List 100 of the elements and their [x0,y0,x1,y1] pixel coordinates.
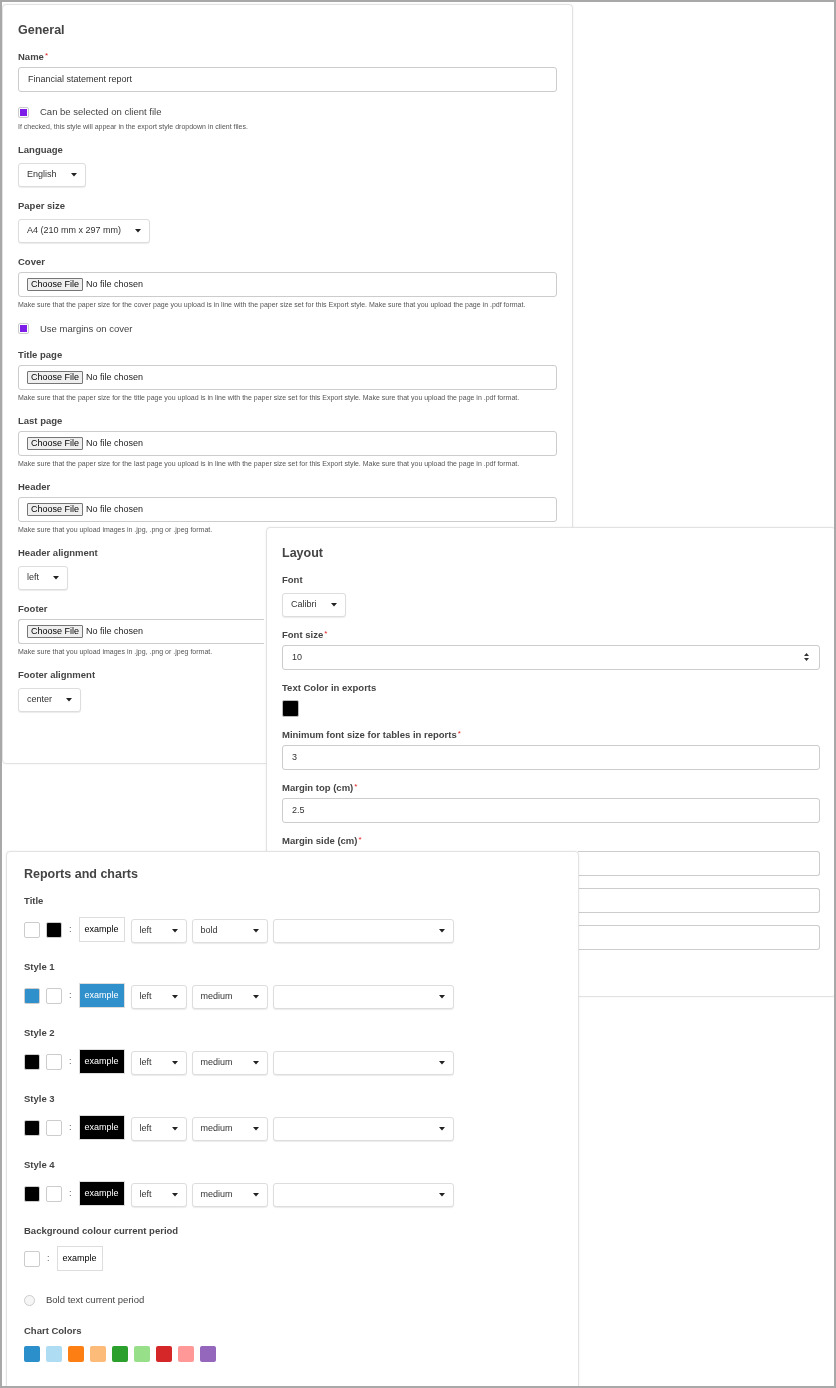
example-preview: example [78,1181,125,1206]
example-preview: example [56,1246,103,1271]
color-swatch[interactable] [46,1346,62,1363]
dropdown[interactable] [272,1183,454,1207]
required-marker: * [324,628,328,639]
dropdown[interactable]: left [130,1182,187,1207]
caret-icon [70,173,77,177]
color-swatch[interactable] [112,1346,128,1363]
field-label: Language [18,144,63,157]
dropdown[interactable]: Calibri [282,592,346,617]
color-swatch[interactable] [24,1053,40,1070]
file-field[interactable]: Choose File No file chosen [18,618,264,644]
choose-file-button[interactable]: Choose File [27,503,84,516]
field-label: Font size [282,628,324,641]
color-swatch[interactable] [24,1346,40,1363]
text-field[interactable] [578,924,820,950]
file-field[interactable]: Choose File No file chosen [18,271,557,297]
dropdown[interactable]: left [130,1050,187,1075]
field-label: Last page [18,415,63,427]
color-swatch[interactable] [156,1346,172,1363]
field-label: Footer alignment [18,668,96,681]
file-status: No file chosen [86,624,144,638]
text-field[interactable] [578,850,820,876]
checkbox[interactable] [24,1294,35,1306]
color-swatch[interactable] [68,1346,84,1363]
color-swatch[interactable] [46,1185,62,1202]
caret-icon [438,1061,445,1065]
field-label: Header alignment [18,547,98,559]
dropdown[interactable]: A4 (210 mm x 297 mm) [18,218,151,243]
caret-icon [135,228,142,233]
number-field[interactable]: 10 [282,644,820,670]
example-preview: example [78,1049,125,1074]
dropdown[interactable]: English [18,163,86,187]
field-label: Name [18,51,44,63]
dropdown[interactable]: left [18,565,68,590]
spinner-icon[interactable] [803,652,810,663]
choose-file-button[interactable]: Choose File [27,371,84,384]
text-field[interactable]: 2.5 [282,797,820,823]
color-swatch[interactable] [90,1346,106,1363]
color-swatch[interactable] [282,699,299,717]
caret-icon [171,1192,178,1197]
dropdown[interactable]: bold [191,918,268,943]
dropdown[interactable]: medium [191,1050,268,1075]
file-field[interactable]: Choose File No file chosen [18,497,557,522]
checkbox[interactable] [18,106,29,118]
row-label: Style 2 [24,1027,55,1039]
separator: : [69,988,72,1002]
separator: : [69,1120,72,1134]
field-label: Minimum font size for tables in reports [282,728,457,741]
field-label: Paper size [18,200,65,212]
file-field[interactable]: Choose File No file chosen [18,365,557,390]
text-field[interactable]: 3 [282,744,820,770]
dropdown[interactable]: left [130,1116,187,1141]
choose-file-button[interactable]: Choose File [27,437,84,450]
color-swatch[interactable] [24,921,40,938]
color-swatch[interactable] [24,1119,40,1136]
dropdown[interactable] [272,1051,454,1075]
color-swatch[interactable] [46,921,62,938]
required-marker: * [354,781,358,792]
caret-icon [171,994,178,999]
field-label: Title page [18,349,63,361]
dropdown[interactable]: left [130,984,187,1009]
row-label: Style 4 [24,1159,55,1171]
dropdown[interactable]: medium [191,984,268,1009]
caret-icon [438,929,445,933]
choose-file-button[interactable]: Choose File [27,277,84,291]
color-swatch[interactable] [46,987,62,1004]
checkbox[interactable] [18,323,29,335]
text-field[interactable] [578,887,820,913]
dropdown[interactable]: center [18,687,81,712]
file-status: No file chosen [86,502,144,516]
caret-icon [438,1127,445,1131]
separator: : [69,1186,72,1200]
color-swatch[interactable] [178,1346,194,1363]
row-label: Style 3 [24,1093,55,1105]
color-swatch[interactable] [134,1346,150,1363]
example-preview: example [78,917,125,942]
row-label: Background colour current period [24,1225,179,1237]
panel-title: General [18,22,66,38]
color-swatch[interactable] [24,1250,40,1267]
dropdown[interactable]: left [130,918,187,943]
dropdown[interactable]: medium [191,1116,268,1141]
dropdown[interactable] [272,1117,454,1141]
text-field[interactable]: Financial statement report [18,67,557,92]
color-swatch[interactable] [24,1185,40,1202]
field-label: Margin top (cm) [282,781,354,794]
file-status: No file chosen [86,277,144,291]
field-label: Cover [18,255,45,268]
color-swatch[interactable] [24,987,40,1004]
dropdown[interactable]: medium [191,1182,268,1207]
color-swatch[interactable] [46,1053,62,1070]
panel-title: Reports and charts [24,866,139,882]
choose-file-button[interactable]: Choose File [27,624,84,638]
color-swatch[interactable] [200,1346,216,1363]
color-swatch[interactable] [46,1119,62,1136]
checkbox-label: Bold text current period [46,1293,145,1307]
dropdown[interactable] [272,919,454,943]
separator: : [69,1054,72,1068]
file-field[interactable]: Choose File No file chosen [18,431,557,456]
dropdown[interactable] [272,985,454,1009]
